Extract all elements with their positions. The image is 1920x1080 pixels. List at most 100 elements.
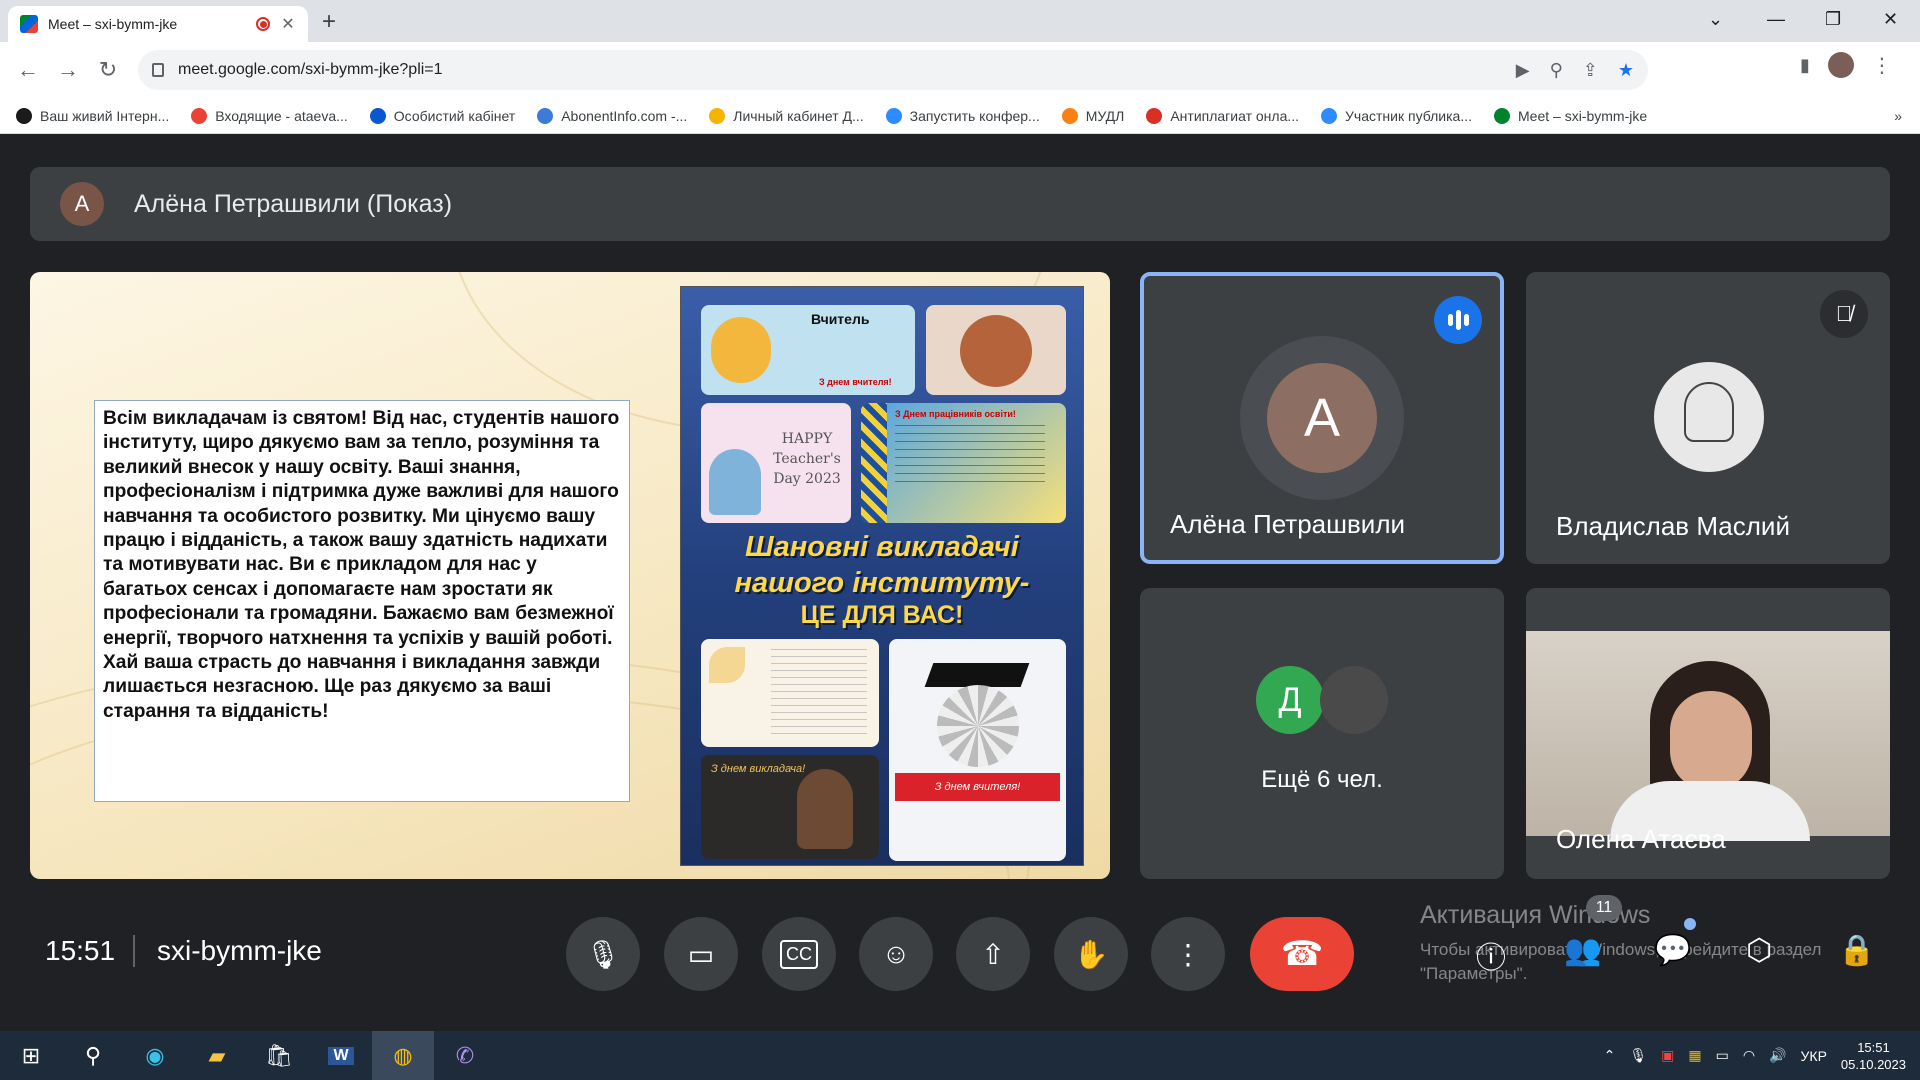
presenter-title: Алёна Петрашвили (Показ) (134, 189, 453, 218)
owl-illustration (960, 315, 1032, 387)
word-icon: W (328, 1046, 354, 1065)
presenter-bar: А Алёна Петрашвили (Показ) (30, 167, 1890, 241)
edge-icon: ◉ (145, 1042, 165, 1068)
microphone-icon: 🎙 (585, 938, 621, 970)
camera-button[interactable]: ▭ (664, 917, 738, 991)
profile-avatar[interactable] (1827, 52, 1854, 78)
minimize-button[interactable]: — (1767, 0, 1785, 38)
bookmark-label: Meet – sxi-bymm-jke (1518, 107, 1648, 124)
participant-avatar: Д (1256, 666, 1324, 734)
more-options-button[interactable]: ⋮ (1151, 917, 1225, 991)
battery-icon[interactable]: ▭ (1716, 1047, 1729, 1064)
system-clock[interactable]: 15:51 05.10.2023 (1841, 1039, 1906, 1073)
bookmark-item[interactable]: Участник публика... (1321, 107, 1472, 124)
search-button[interactable]: ⚲ (62, 1031, 124, 1080)
captions-button[interactable]: CC (762, 917, 836, 991)
browser-tab[interactable]: Meet – sxi-bymm-jke ✕ (8, 6, 308, 42)
present-screen-button[interactable]: ⇧ (956, 917, 1030, 991)
disco-globe-illustration (937, 685, 1019, 767)
meet-favicon-icon (20, 15, 38, 33)
mic-off-icon: 🎙̸ (1820, 290, 1868, 338)
side-panel-icon[interactable]: ▮ (1800, 55, 1810, 76)
microphone-button[interactable]: 🎙 (566, 917, 640, 991)
bookmark-favicon-icon (885, 107, 902, 124)
zoom-icon[interactable]: ⚲ (1550, 60, 1563, 81)
reload-icon[interactable]: ↻ (88, 57, 128, 83)
participant-video (1526, 631, 1890, 841)
bookmark-item[interactable]: Ваш живий Інтерн... (16, 107, 170, 124)
restore-button[interactable]: ❐ (1825, 0, 1841, 38)
people-button[interactable]: 👥 (1564, 933, 1601, 968)
host-controls-button[interactable]: 🔒 (1838, 933, 1875, 968)
new-tab-button[interactable]: + (322, 8, 336, 36)
tab-search-icon[interactable]: ⌄ (1708, 0, 1723, 38)
tray-mic-icon[interactable]: 🎙 (1629, 1047, 1647, 1064)
bookmark-label: Ваш живий Інтерн... (40, 107, 170, 124)
reactions-button[interactable]: ☺ (859, 917, 933, 991)
slide-greeting-text: Всім викладачам із святом! Від нас, студ… (94, 400, 630, 802)
info-icon: ⓘ (1476, 942, 1506, 975)
bookmarks-overflow-icon[interactable]: » (1894, 108, 1902, 124)
leave-call-button[interactable]: ☎ (1250, 917, 1354, 991)
bookmark-favicon-icon (1146, 107, 1163, 124)
edge-button[interactable]: ◉ (124, 1031, 186, 1080)
tray-chevron-icon[interactable]: ⌃ (1604, 1047, 1616, 1064)
card-text: З днем викладача! (711, 763, 806, 775)
raise-hand-button[interactable]: ✋ (1054, 917, 1128, 991)
divider (133, 935, 135, 967)
participant-tile-olena[interactable]: Олена Атаєва (1526, 588, 1890, 879)
shared-screen[interactable]: Всім викладачам із святом! Від нас, студ… (30, 272, 1110, 879)
close-tab-icon[interactable]: ✕ (280, 14, 296, 34)
bookmark-star-icon[interactable]: ★ (1618, 60, 1634, 81)
browser-toolbar: ← → ↻ meet.google.com/sxi-bymm-jke?pli=1… (0, 42, 1920, 98)
poster-card-graduation: З днем вчителя! (889, 639, 1066, 861)
activities-button[interactable]: ⬡ (1746, 933, 1772, 968)
share-icon[interactable]: ⇪ (1583, 60, 1598, 81)
back-icon[interactable]: ← (8, 57, 48, 83)
participant-avatar: А (1267, 363, 1377, 473)
bookmark-label: AbonentInfo.com -... (561, 107, 688, 124)
participant-avatar (1654, 362, 1764, 472)
volume-icon[interactable]: 🔊 (1769, 1047, 1786, 1064)
poster-card-teacher-photo: З днем викладача! (701, 755, 879, 859)
participant-tile-alena[interactable]: А Алёна Петрашвили (1140, 272, 1504, 564)
bookmark-item[interactable]: AbonentInfo.com -... (537, 107, 688, 124)
menu-kebab-icon[interactable]: ⋮ (1872, 53, 1892, 78)
close-window-button[interactable]: ✕ (1883, 0, 1898, 38)
store-button[interactable]: 🛍 (248, 1031, 310, 1080)
viber-button[interactable]: ✆ (434, 1031, 496, 1080)
bookmark-item[interactable]: Meet – sxi-bymm-jke (1494, 107, 1648, 124)
forward-icon[interactable]: → (48, 57, 88, 83)
clock-date: 05.10.2023 (1840, 1056, 1906, 1072)
bookmark-item[interactable]: Запустить конфер... (885, 107, 1040, 124)
participant-tile-vladyslav[interactable]: 🎙̸ Владислав Маслий (1526, 272, 1890, 564)
hang-up-icon: ☎ (1280, 935, 1324, 973)
chat-button[interactable]: 💬 (1654, 933, 1691, 968)
bookmark-item[interactable]: МУДЛ (1061, 107, 1124, 124)
store-icon: 🛍 (265, 1042, 293, 1068)
participant-name: Алёна Петрашвили (1170, 509, 1406, 539)
meeting-details-button[interactable]: ⓘ (1476, 933, 1506, 977)
wifi-icon[interactable]: ◠ (1743, 1047, 1755, 1064)
bookmark-item[interactable]: Антиплагиат онла... (1146, 107, 1299, 124)
card-text: HAPPY Teacher's Day 2023 (773, 431, 841, 487)
girl-illustration (709, 449, 761, 515)
address-bar[interactable]: meet.google.com/sxi-bymm-jke?pli=1 ▶ ⚲ ⇪… (138, 50, 1648, 90)
tray-network-app-icon[interactable]: ▦ (1688, 1047, 1701, 1064)
tray-app-icon[interactable]: ▣ (1661, 1047, 1674, 1064)
bookmark-label: Входящие - ataeva... (215, 107, 348, 124)
more-participants-tile[interactable]: Д Ещё 6 чел. (1140, 588, 1504, 879)
file-explorer-button[interactable]: ▰ (186, 1031, 248, 1080)
chrome-button[interactable]: ◍ (372, 1031, 434, 1080)
windows-taskbar: ⊞ ⚲ ◉ ▰ 🛍 W ◍ ✆ ⌃ 🎙 ▣ ▦ ▭ ◠ 🔊 УКР 15:51 0… (0, 1031, 1920, 1080)
speaking-indicator-icon (1434, 296, 1482, 344)
input-language[interactable]: УКР (1801, 1048, 1827, 1064)
bookmark-item[interactable]: Личный кабинет Д... (709, 107, 864, 124)
teacher-photo (797, 769, 853, 849)
camera-icon[interactable]: ▶ (1516, 60, 1530, 81)
viber-icon: ✆ (455, 1042, 475, 1068)
bookmark-item[interactable]: Особистий кабінет (369, 107, 515, 124)
start-button[interactable]: ⊞ (0, 1031, 62, 1080)
bookmark-item[interactable]: Входящие - ataeva... (191, 107, 348, 124)
word-button[interactable]: W (310, 1031, 372, 1080)
